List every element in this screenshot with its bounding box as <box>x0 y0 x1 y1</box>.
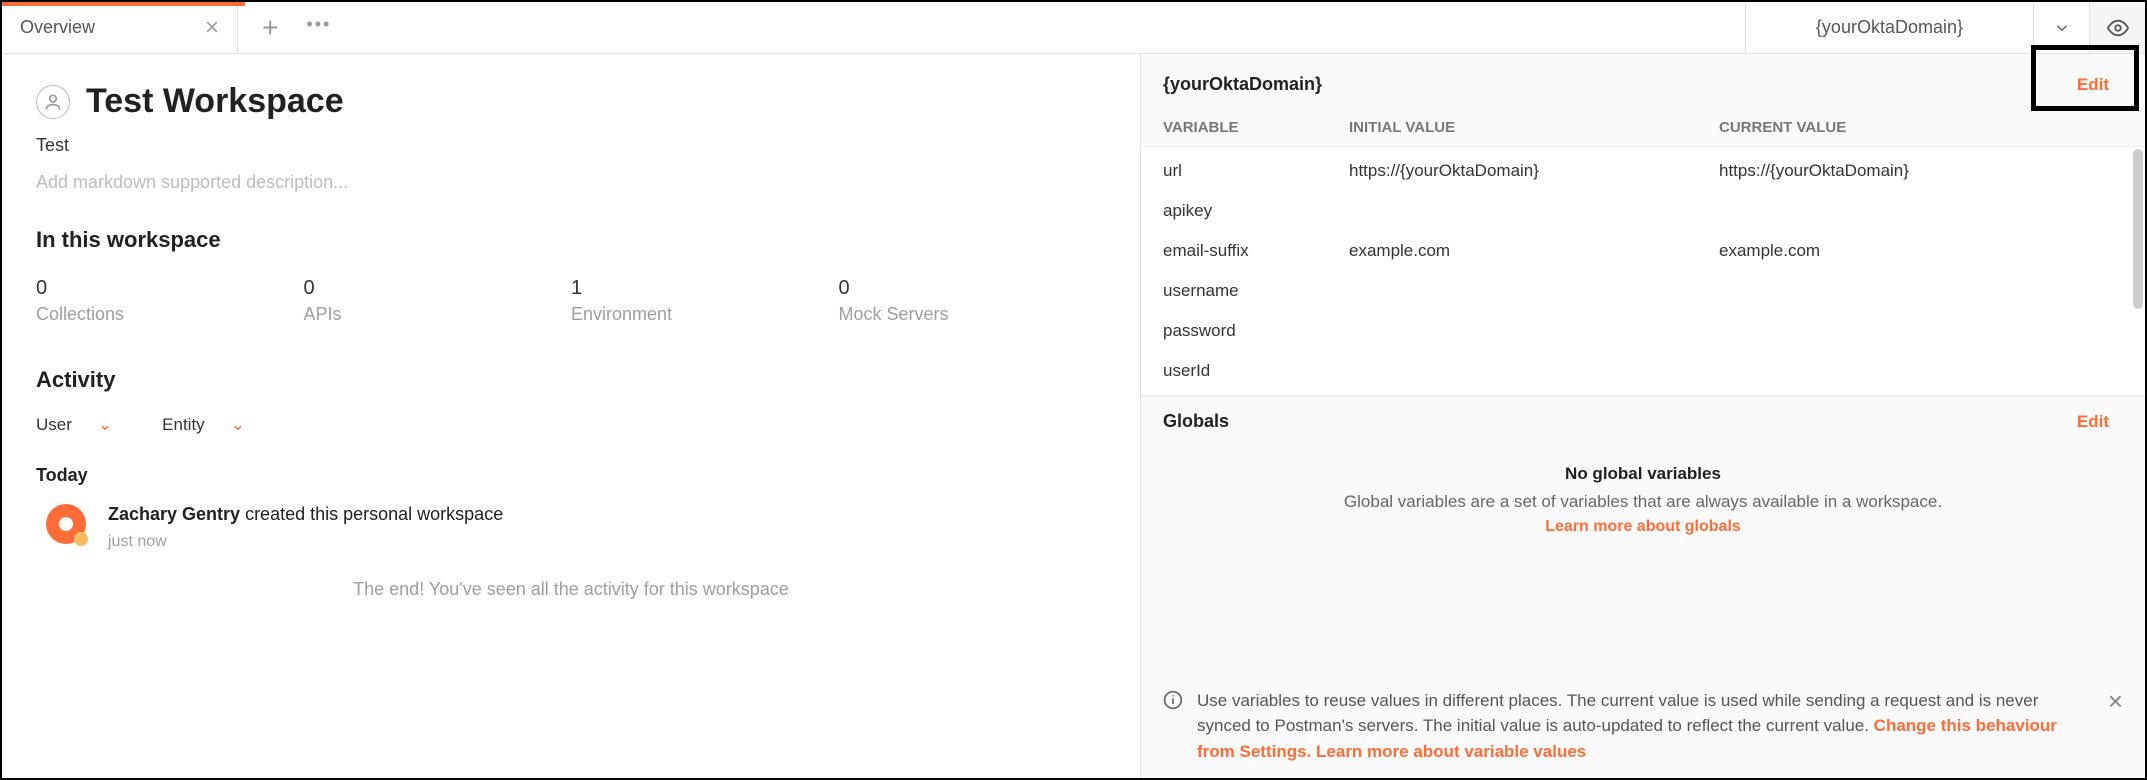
user-icon <box>36 85 70 119</box>
activity-event-text: Zachary Gentry created this personal wor… <box>108 504 503 525</box>
environment-name: {yourOktaDomain} <box>1816 17 1963 38</box>
learn-more-globals-link[interactable]: Learn more about globals <box>1261 518 2025 536</box>
filter-entity[interactable]: Entity ⌄ <box>162 415 245 435</box>
edit-environment-link[interactable]: Edit <box>2077 75 2109 95</box>
eye-icon <box>2107 17 2129 39</box>
environment-panel-title: {yourOktaDomain} <box>1163 74 2077 95</box>
stat-label: Mock Servers <box>839 304 1107 325</box>
tab-overview[interactable]: Overview × <box>2 2 238 53</box>
activity-date-group-label: Today <box>36 465 1106 486</box>
info-icon <box>1163 690 1183 710</box>
variable-row: apikey <box>1141 191 2145 231</box>
col-current-value: CURRENT VALUE <box>1719 119 2123 136</box>
stat-environment[interactable]: 1 Environment <box>571 277 839 325</box>
stat-value: 0 <box>304 277 572 300</box>
stat-mock-servers[interactable]: 0 Mock Servers <box>839 277 1107 325</box>
variable-table-body[interactable]: urlhttps://{yourOktaDomain}https://{your… <box>1141 146 2145 396</box>
stat-label: Environment <box>571 304 839 325</box>
in-this-workspace-heading: In this workspace <box>36 227 1106 253</box>
variable-row: urlhttps://{yourOktaDomain}https://{your… <box>1141 151 2145 191</box>
tab-label: Overview <box>20 17 95 38</box>
activity-heading: Activity <box>36 367 1106 393</box>
environment-selector[interactable]: {yourOktaDomain} <box>1745 2 2033 53</box>
environment-quicklook-button[interactable] <box>2089 2 2145 53</box>
workspace-overview: Test Workspace Test Add markdown support… <box>2 54 1140 778</box>
tab-bar: Overview × + ••• {yourOktaDomain} <box>2 2 2145 54</box>
filter-label: Entity <box>162 415 205 435</box>
activity-end-text: The end! You've seen all the activity fo… <box>36 579 1106 600</box>
variable-row: userId <box>1141 351 2145 391</box>
close-icon[interactable]: × <box>205 16 219 40</box>
globals-empty-description: Global variables are a set of variables … <box>1261 492 2025 512</box>
stat-value: 0 <box>839 277 1107 300</box>
globals-empty-title: No global variables <box>1261 464 2025 484</box>
stat-collections[interactable]: 0 Collections <box>36 277 304 325</box>
stat-label: Collections <box>36 304 304 325</box>
workspace-subtitle: Test <box>36 135 1106 156</box>
variable-table-header: VARIABLE INITIAL VALUE CURRENT VALUE <box>1141 105 2145 146</box>
col-variable: VARIABLE <box>1163 119 1349 136</box>
chevron-down-icon: ⌄ <box>98 415 112 435</box>
chevron-down-icon: ⌄ <box>231 415 245 435</box>
col-initial-value: INITIAL VALUE <box>1349 119 1719 136</box>
workspace-description-input[interactable]: Add markdown supported description... <box>36 172 1106 193</box>
globals-empty-state: No global variables Global variables are… <box>1141 446 2145 542</box>
variable-row: username <box>1141 271 2145 311</box>
activity-event-action: created this personal workspace <box>240 504 503 524</box>
activity-event: Zachary Gentry created this personal wor… <box>36 504 1106 551</box>
stat-value: 1 <box>571 277 839 300</box>
learn-more-variable-values-link[interactable]: Learn more about variable values <box>1311 742 1586 761</box>
chevron-down-icon <box>2053 19 2071 37</box>
variable-info-bar: Use variables to reuse values in differe… <box>1141 674 2145 779</box>
stat-value: 0 <box>36 277 304 300</box>
activity-event-user[interactable]: Zachary Gentry <box>108 504 240 524</box>
activity-event-time: just now <box>108 533 503 551</box>
avatar <box>46 504 86 544</box>
environment-quicklook-panel: {yourOktaDomain} Edit VARIABLE INITIAL V… <box>1140 54 2145 778</box>
variable-row: password <box>1141 311 2145 351</box>
filter-label: User <box>36 415 72 435</box>
close-icon[interactable]: × <box>2108 688 2123 714</box>
stat-label: APIs <box>304 304 572 325</box>
environment-dropdown-button[interactable] <box>2033 2 2089 53</box>
workspace-stats: 0 Collections 0 APIs 1 Environment 0 Moc… <box>36 277 1106 325</box>
plus-icon[interactable]: + <box>262 12 278 44</box>
variable-row: email-suffixexample.comexample.com <box>1141 231 2145 271</box>
more-icon[interactable]: ••• <box>306 14 331 35</box>
globals-title: Globals <box>1163 411 2077 432</box>
filter-user[interactable]: User ⌄ <box>36 415 112 435</box>
active-tab-indicator <box>2 2 245 6</box>
edit-globals-link[interactable]: Edit <box>2077 412 2109 432</box>
scrollbar[interactable] <box>2133 149 2143 309</box>
stat-apis[interactable]: 0 APIs <box>304 277 572 325</box>
workspace-title: Test Workspace <box>86 82 344 121</box>
